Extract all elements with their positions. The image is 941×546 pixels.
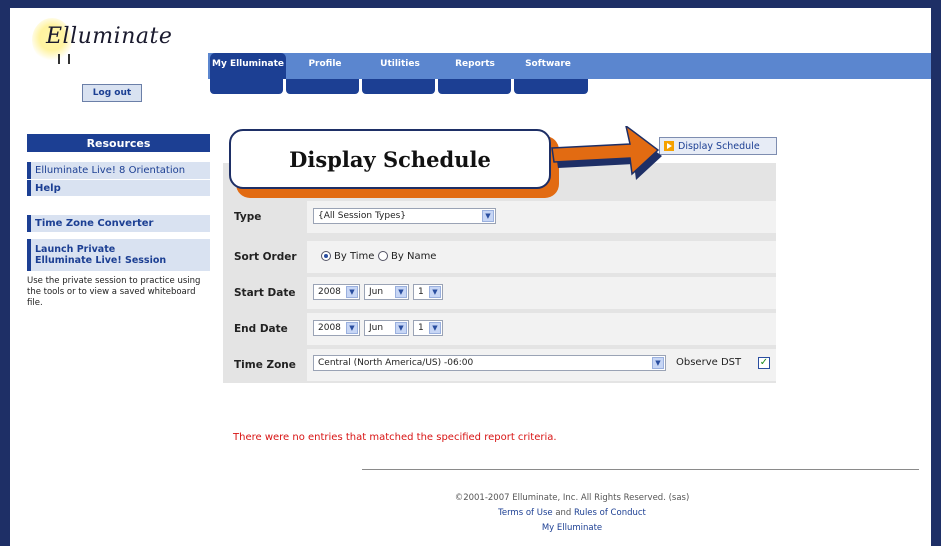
sidebar-item-launch-private-session[interactable]: Launch Private Elluminate Live! Session [27,239,210,271]
footer-and-text: and [555,508,572,518]
end-year-value: 2008 [318,323,341,333]
no-entries-message: There were no entries that matched the s… [233,432,557,443]
start-date-label: Start Date [234,287,296,299]
page: Elluminate My Elluminate Profile Utiliti… [10,8,931,546]
time-zone-select[interactable]: Central (North America/US) -06:00 ▼ [313,355,666,371]
tab-profile[interactable]: Profile [300,53,350,79]
end-month-value: Jun [369,323,384,333]
tab-foot-my-elluminate [210,79,283,94]
my-elluminate-link[interactable]: My Elluminate [362,523,782,533]
tab-software[interactable]: Software [518,53,578,79]
chevron-down-icon: ▼ [346,322,358,334]
sort-by-name-radio[interactable] [378,251,388,261]
sort-by-time-label: By Time [334,251,375,262]
type-label: Type [234,211,262,223]
sidebar-item-orientation[interactable]: Elluminate Live! 8 Orientation [27,162,210,179]
display-schedule-button[interactable]: Display Schedule [659,137,777,155]
chevron-down-icon: ▼ [429,322,441,334]
start-day-select[interactable]: 1 ▼ [413,284,443,300]
end-date-label: End Date [234,323,288,335]
sidebar-item-time-zone-converter[interactable]: Time Zone Converter [27,215,210,232]
footer-links: Terms of Use and Rules of Conduct [362,508,782,518]
observe-dst-checkbox[interactable]: ✓ [758,357,770,369]
chevron-down-icon: ▼ [346,286,358,298]
sidebar-item-help[interactable]: Help [27,180,210,196]
chevron-down-icon: ▼ [429,286,441,298]
time-zone-value: Central (North America/US) -06:00 [318,358,474,368]
elluminate-logo[interactable]: Elluminate [32,18,182,70]
chevron-down-icon: ▼ [395,322,407,334]
tab-foot-utilities [362,79,435,94]
end-month-select[interactable]: Jun ▼ [364,320,409,336]
tab-foot-profile [286,79,359,94]
sort-order-label: Sort Order [234,251,297,263]
observe-dst-label: Observe DST [676,357,742,368]
sidebar-description: Use the private session to practice usin… [27,276,201,308]
copyright-text: ©2001-2007 Elluminate, Inc. All Rights R… [454,493,690,503]
end-day-value: 1 [418,323,424,333]
start-month-select[interactable]: Jun ▼ [364,284,409,300]
time-zone-label: Time Zone [234,359,296,371]
start-month-value: Jun [369,287,384,297]
display-schedule-button-label: Display Schedule [678,140,760,152]
lightbulb-base-icon [58,54,70,64]
logout-button[interactable]: Log out [82,84,142,102]
tab-reports[interactable]: Reports [450,53,500,79]
terms-of-use-link[interactable]: Terms of Use [498,508,553,518]
logo-text: Elluminate [46,24,173,49]
rules-of-conduct-link[interactable]: Rules of Conduct [574,508,646,518]
callout-display-schedule: Display Schedule [229,129,551,189]
chevron-down-icon: ▼ [482,210,494,222]
end-day-select[interactable]: 1 ▼ [413,320,443,336]
tab-foot-software [514,79,588,94]
end-year-select[interactable]: 2008 ▼ [313,320,360,336]
chevron-down-icon: ▼ [652,357,664,369]
chevron-down-icon: ▼ [395,286,407,298]
sort-by-name-label: By Name [391,251,437,262]
sort-by-time-radio[interactable] [321,251,331,261]
tab-foot-reports [438,79,511,94]
start-year-select[interactable]: 2008 ▼ [313,284,360,300]
type-select-value: {All Session Types} [318,211,407,221]
start-year-value: 2008 [318,287,341,297]
type-select[interactable]: {All Session Types} ▼ [313,208,496,224]
footer-divider [362,469,919,470]
resources-header: Resources [27,134,210,152]
tab-utilities[interactable]: Utilities [370,53,430,79]
arrow-right-icon [551,126,662,180]
start-day-value: 1 [418,287,424,297]
tab-my-elluminate[interactable]: My Elluminate [210,53,286,79]
